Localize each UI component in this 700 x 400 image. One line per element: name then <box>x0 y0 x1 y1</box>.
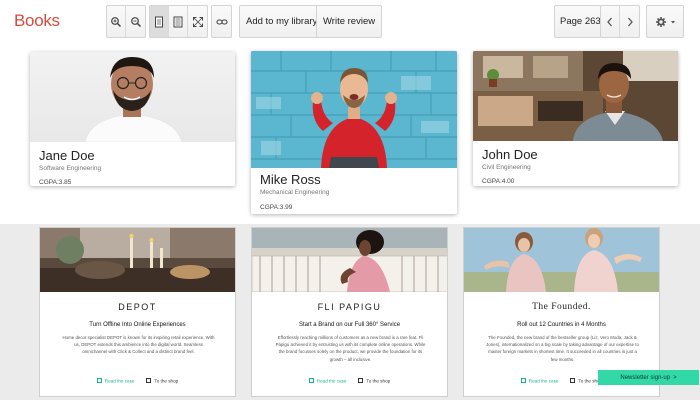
zoom-in-icon <box>111 16 122 27</box>
case-studies-section: DEPOT Turn Offline Into Online Experienc… <box>0 224 700 400</box>
case-body: Home decor specialist DEPOT is known for… <box>62 335 215 355</box>
link-group <box>211 5 232 38</box>
arrow-icon <box>308 378 314 383</box>
case-image <box>40 228 235 292</box>
page-select[interactable]: Page 263 ▼ <box>554 5 612 38</box>
case-heading: Roll out 12 Countries in 4 Months <box>517 322 606 328</box>
case-body: Effortlessly reaching millions of custom… <box>275 335 426 362</box>
single-page-icon <box>155 16 163 27</box>
write-review-button[interactable]: Write review <box>316 5 383 38</box>
profile-major: Civil Engineering <box>482 164 531 171</box>
text-view-button[interactable] <box>169 6 188 37</box>
add-to-library-label: Add to my library <box>246 16 318 27</box>
gear-icon <box>656 16 675 27</box>
case-brand: FLI PAPIGU <box>317 302 382 312</box>
zoom-out-icon <box>130 16 141 27</box>
case-image <box>252 228 447 292</box>
to-shop-label: To the shop <box>366 378 391 384</box>
arrow-icon <box>520 378 526 383</box>
fullscreen-button[interactable] <box>188 6 207 37</box>
zoom-group <box>106 5 146 38</box>
profile-gpa: CGPA:4.00 <box>482 178 515 185</box>
profile-card[interactable]: Jane Doe Software Engineering CGPA:3.85 <box>30 52 235 186</box>
profile-gpa: CGPA:3.99 <box>260 204 293 211</box>
fullscreen-icon <box>192 16 203 27</box>
case-heading: Turn Offline Into Online Experiences <box>89 322 186 328</box>
toolbar: Books Add to my library Write review Pag… <box>0 0 700 44</box>
read-case-label: Read the case <box>316 378 347 384</box>
link-button[interactable] <box>212 6 231 37</box>
read-case-label: Read the case <box>104 378 135 384</box>
chevron-left-icon <box>607 17 612 26</box>
single-page-button[interactable] <box>150 6 169 37</box>
newsletter-signup-button[interactable]: Newsletter sign-up > <box>598 370 699 385</box>
external-link-icon <box>146 378 152 383</box>
external-link-icon <box>570 378 576 383</box>
page-nav-group <box>600 5 640 38</box>
chevron-right-icon <box>627 17 633 26</box>
external-link-icon <box>358 378 364 383</box>
next-page-button[interactable] <box>620 6 639 37</box>
read-case-link[interactable]: Read the case <box>308 378 347 384</box>
books-logo[interactable]: Books <box>14 11 60 31</box>
profile-card[interactable]: Mike Ross Mechanical Engineering CGPA:3.… <box>251 51 457 214</box>
to-shop-label: To the shop <box>154 378 179 384</box>
read-case-label: Read the case <box>528 378 559 384</box>
profile-major: Mechanical Engineering <box>260 189 330 196</box>
profile-name: Mike Ross <box>260 172 321 187</box>
profile-name: John Doe <box>482 147 538 162</box>
write-review-label: Write review <box>323 16 376 27</box>
view-mode-group <box>149 5 208 38</box>
zoom-out-button[interactable] <box>126 6 145 37</box>
profile-photo <box>251 51 457 168</box>
case-card: FLI PAPIGU Start a Brand on our Full 360… <box>251 227 448 397</box>
newsletter-label: Newsletter sign-up <box>620 374 671 381</box>
to-shop-link[interactable]: To the shop <box>146 378 178 384</box>
profile-gpa: CGPA:3.85 <box>39 179 72 186</box>
arrow-icon <box>96 378 102 383</box>
link-icon <box>215 18 228 25</box>
previous-page-button[interactable] <box>601 6 620 37</box>
zoom-in-button[interactable] <box>107 6 126 37</box>
case-brand: The Founded. <box>532 302 591 312</box>
profile-photo <box>30 52 235 142</box>
profiles-section: Jane Doe Software Engineering CGPA:3.85 <box>0 44 700 224</box>
profile-photo <box>473 51 678 141</box>
to-shop-link[interactable]: To the shop <box>358 378 390 384</box>
page-label: Page 263 <box>560 16 601 27</box>
profile-name: Jane Doe <box>39 148 95 163</box>
chevron-right-icon: > <box>673 374 677 381</box>
case-brand: DEPOT <box>118 302 157 312</box>
read-case-link[interactable]: Read the case <box>96 378 135 384</box>
page: Books Add to my library Write review Pag… <box>0 0 700 400</box>
settings-group <box>646 5 684 38</box>
case-heading: Start a Brand on our Full 360° Service <box>298 322 401 328</box>
text-view-icon <box>173 16 183 27</box>
settings-button[interactable] <box>647 6 683 37</box>
profile-card[interactable]: John Doe Civil Engineering CGPA:4.00 <box>473 51 678 186</box>
case-links: Read the case To the shop <box>252 378 447 384</box>
case-image <box>464 228 659 292</box>
case-links: Read the case To the shop <box>40 378 235 384</box>
read-case-link[interactable]: Read the case <box>520 378 559 384</box>
case-card: DEPOT Turn Offline Into Online Experienc… <box>39 227 236 397</box>
profile-major: Software Engineering <box>39 165 102 172</box>
case-body: The Founded, the new brand of the bestse… <box>486 335 639 362</box>
